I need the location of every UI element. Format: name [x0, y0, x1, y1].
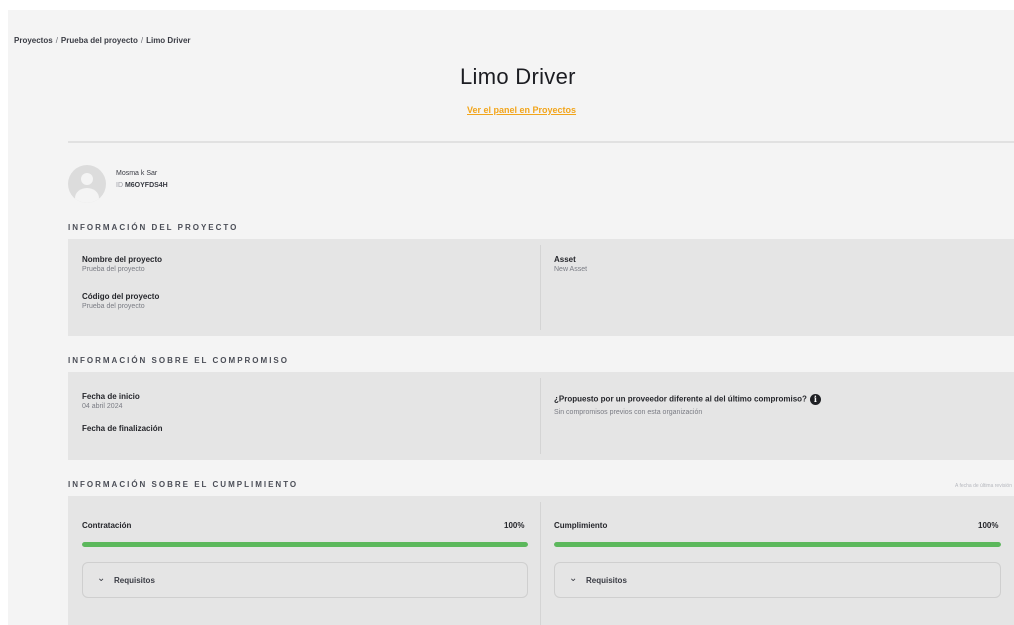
compliance-percent: 100% — [978, 521, 999, 530]
breadcrumb-separator: / — [55, 36, 58, 45]
project-info-panel: Nombre del proyecto Prueba del proyecto … — [68, 239, 1014, 336]
chevron-down-icon: ⌄ — [569, 573, 578, 584]
section-heading-project: INFORMACIÓN DEL PROYECTO — [68, 223, 239, 232]
section-heading-compliance: INFORMACIÓN SOBRE EL CUMPLIMIENTO — [68, 480, 299, 489]
chevron-down-icon: ⌄ — [97, 573, 106, 584]
breadcrumb: Proyectos / Prueba del proyecto / Limo D… — [14, 36, 191, 45]
project-name-label: Nombre del proyecto — [82, 255, 163, 264]
requirements-label: Requisitos — [114, 576, 155, 585]
project-name-value: Prueba del proyecto — [82, 266, 145, 273]
breadcrumb-item-project[interactable]: Prueba del proyecto — [61, 36, 138, 45]
supplier-answer: Sin compromisos previos con esta organiz… — [554, 409, 703, 416]
project-code-label: Código del proyecto — [82, 292, 160, 301]
compliance-progress-bar — [554, 542, 1001, 547]
supplier-question: ¿Propuesto por un proveedor diferente al… — [554, 394, 821, 405]
user-name: Mosma k Sar — [116, 170, 158, 177]
page-title: Limo Driver — [460, 64, 576, 89]
compliance-info-panel: Contratación 100% ⌄ Requisitos Cumplimie… — [68, 496, 1014, 625]
compliance-label: Cumplimiento — [554, 521, 608, 530]
compliance-requirements-toggle[interactable]: ⌄ Requisitos — [554, 562, 1001, 598]
contracting-requirements-toggle[interactable]: ⌄ Requisitos — [82, 562, 528, 598]
header-divider — [68, 141, 1014, 143]
start-date-value: 04 abril 2024 — [82, 403, 123, 410]
info-icon[interactable]: i — [809, 394, 821, 405]
breadcrumb-item-current: Limo Driver — [146, 36, 191, 45]
contracting-label: Contratación — [82, 521, 132, 530]
section-heading-engagement: INFORMACIÓN SOBRE EL COMPROMISO — [68, 356, 289, 365]
engagement-info-panel: Fecha de inicio 04 abril 2024 Fecha de f… — [68, 372, 1014, 460]
requirements-label: Requisitos — [586, 576, 627, 585]
view-portal-link[interactable]: Ver el panel en Proyectos — [467, 105, 576, 115]
asset-value: New Asset — [554, 266, 588, 273]
end-date-label: Fecha de finalización — [82, 424, 163, 433]
breadcrumb-separator: / — [140, 36, 144, 45]
user-avatar-icon — [68, 165, 106, 203]
project-code-value: Prueba del proyecto — [82, 303, 145, 310]
compliance-note: A fecha de última revisión — [955, 483, 1012, 489]
start-date-label: Fecha de inicio — [82, 392, 140, 401]
user-id: ID M6OYFDS4H — [116, 182, 168, 189]
asset-label: Asset — [554, 255, 576, 264]
contracting-percent: 100% — [504, 521, 525, 530]
breadcrumb-item-projects[interactable]: Proyectos — [14, 36, 53, 45]
contracting-progress-bar — [82, 542, 528, 547]
